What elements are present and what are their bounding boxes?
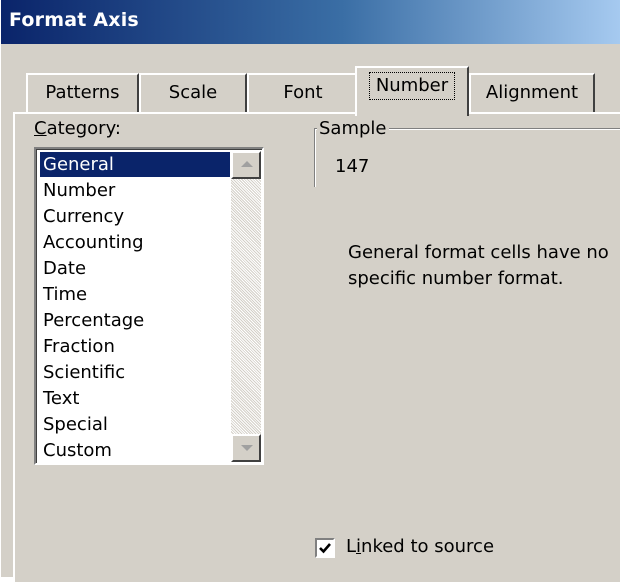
tab-patterns[interactable]: Patterns bbox=[26, 73, 139, 113]
linked-to-source-checkbox[interactable] bbox=[315, 538, 335, 558]
category-scrollbar[interactable] bbox=[231, 151, 261, 462]
format-description-line-1: General format cells have no bbox=[348, 242, 609, 263]
window-title: Format Axis bbox=[9, 9, 139, 31]
category-listbox[interactable]: General Number Currency Accounting Date … bbox=[34, 147, 264, 465]
linked-to-source-label[interactable]: Linked to source bbox=[346, 536, 494, 557]
category-item-scientific[interactable]: Scientific bbox=[40, 360, 230, 385]
tab-font-label: Font bbox=[283, 82, 323, 103]
chevron-up-icon bbox=[241, 161, 253, 167]
category-item-special[interactable]: Special bbox=[40, 412, 230, 437]
tab-scale[interactable]: Scale bbox=[139, 73, 247, 113]
category-label-text: ategory: bbox=[46, 118, 121, 139]
category-item-date[interactable]: Date bbox=[40, 256, 230, 281]
format-axis-dialog: Format Axis Patterns Scale Font Number A… bbox=[0, 0, 620, 582]
category-item-fraction[interactable]: Fraction bbox=[40, 334, 230, 359]
tab-alignment-label: Alignment bbox=[485, 82, 579, 103]
scroll-down-button[interactable] bbox=[231, 434, 261, 462]
category-item-accounting[interactable]: Accounting bbox=[40, 230, 230, 255]
category-item-currency[interactable]: Currency bbox=[40, 204, 230, 229]
category-item-time[interactable]: Time bbox=[40, 282, 230, 307]
checkmark-icon bbox=[319, 543, 331, 554]
tab-scale-label: Scale bbox=[168, 82, 218, 103]
tab-number-label: Number bbox=[368, 72, 456, 100]
linked-label-pre: L bbox=[346, 536, 357, 557]
linked-label-post: nked to source bbox=[361, 536, 495, 557]
format-description: General format cells have no specific nu… bbox=[348, 240, 620, 292]
category-item-custom[interactable]: Custom bbox=[40, 438, 230, 463]
tab-patterns-label: Patterns bbox=[45, 82, 120, 103]
category-label: Category: bbox=[34, 118, 121, 139]
category-listbox-inner: General Number Currency Accounting Date … bbox=[36, 149, 262, 463]
sample-value: 147 bbox=[335, 156, 370, 177]
tab-font[interactable]: Font bbox=[247, 73, 357, 113]
category-item-number[interactable]: Number bbox=[40, 178, 230, 203]
title-bar[interactable]: Format Axis bbox=[1, 0, 620, 44]
tab-alignment[interactable]: Alignment bbox=[469, 73, 595, 113]
category-item-percentage[interactable]: Percentage bbox=[40, 308, 230, 333]
chevron-down-icon bbox=[241, 445, 253, 451]
category-label-accelerator: C bbox=[34, 118, 47, 139]
category-item-general[interactable]: General bbox=[40, 152, 230, 177]
sample-legend: Sample bbox=[317, 118, 389, 139]
format-description-line-2: specific number format. bbox=[348, 268, 564, 289]
tab-number[interactable]: Number bbox=[355, 66, 469, 116]
scroll-up-button[interactable] bbox=[231, 151, 261, 179]
category-item-text[interactable]: Text bbox=[40, 386, 230, 411]
